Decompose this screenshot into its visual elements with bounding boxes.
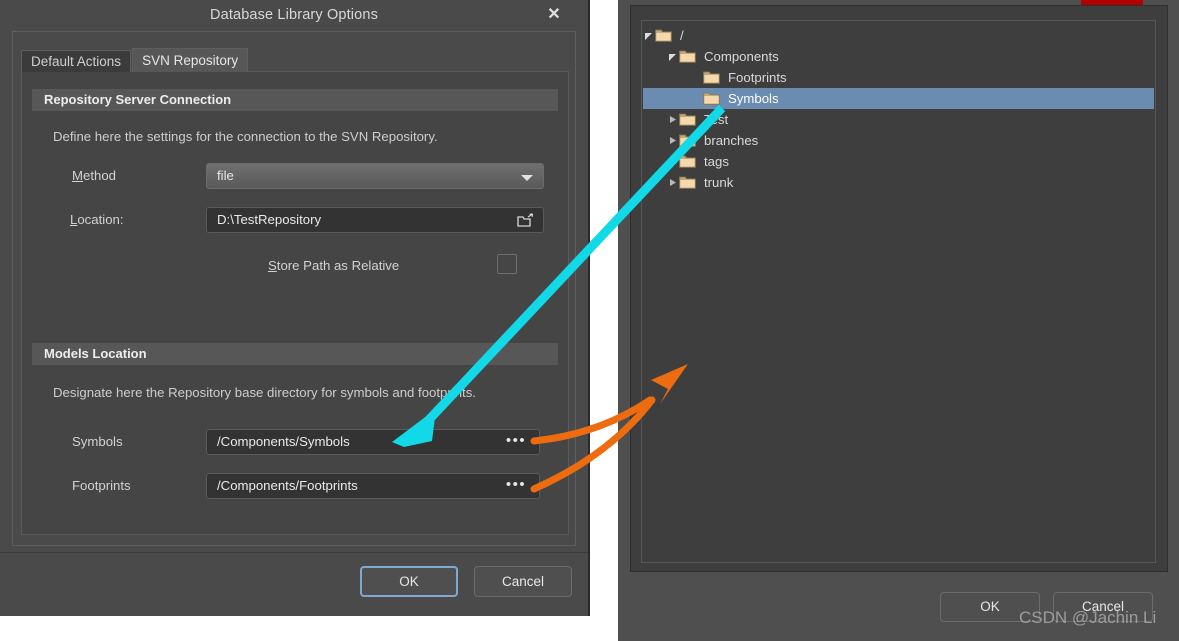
chevron-down-icon	[521, 175, 533, 181]
expander-expand-icon[interactable]	[667, 151, 679, 172]
dialog-titlebar: Database Library Options ✕	[0, 0, 588, 32]
repository-folder-tree[interactable]: / Components Footprints Symbols Test branches…	[641, 20, 1156, 563]
repository-folder-browser-dialog: / Components Footprints Symbols Test branches…	[618, 0, 1179, 641]
expander-expand-icon[interactable]	[667, 130, 679, 151]
models-description: Designate here the Repository base direc…	[53, 385, 476, 400]
folder-icon	[679, 133, 696, 147]
tree-node-trunk[interactable]: trunk	[643, 172, 1154, 193]
symbols-value: /Components/Symbols	[217, 434, 350, 449]
footprints-input[interactable]: /Components/Footprints •••	[206, 473, 540, 499]
folder-icon	[679, 49, 696, 63]
tab-default-actions[interactable]: Default Actions	[21, 50, 132, 72]
store-path-relative-label: Store Path as Relative	[268, 258, 400, 273]
tree-node-label: Footprints	[728, 70, 787, 85]
tree-node-tags[interactable]: tags	[643, 151, 1154, 172]
footprints-value: /Components/Footprints	[217, 478, 358, 493]
dialog-button-bar: OK Cancel	[0, 552, 588, 615]
tree-node-label: Symbols	[728, 91, 779, 106]
footprints-label: Footprints	[72, 478, 131, 493]
tree-node-label: Test	[704, 112, 729, 127]
symbols-label: Symbols	[72, 434, 123, 449]
database-library-options-dialog: Database Library Options ✕ Default Actio…	[0, 0, 590, 616]
symbols-input[interactable]: /Components/Symbols •••	[206, 429, 540, 455]
group-header-models-location: Models Location	[32, 343, 558, 365]
connection-description: Define here the settings for the connect…	[53, 129, 438, 144]
tree-panel: / Components Footprints Symbols Test branches…	[630, 5, 1168, 572]
folder-icon	[679, 112, 696, 126]
tree-node-symbols[interactable]: Symbols	[643, 88, 1154, 109]
method-value: file	[217, 168, 234, 183]
close-x-icon[interactable]: ✕	[542, 4, 566, 26]
method-dropdown[interactable]: file	[206, 163, 544, 189]
folder-icon	[655, 28, 672, 42]
tree-node-label: tags	[704, 154, 729, 169]
expander-expand-icon[interactable]	[667, 109, 679, 130]
tree-node-test[interactable]: Test	[643, 109, 1154, 130]
location-value: D:\TestRepository	[217, 212, 322, 227]
tree-node-footprints[interactable]: Footprints	[643, 67, 1154, 88]
tab-strip: Default Actions SVN Repository	[21, 48, 249, 72]
footprints-browse-ellipsis-button[interactable]: •••	[501, 477, 531, 494]
browser-cancel-button[interactable]: Cancel	[1053, 592, 1153, 622]
open-folder-icon[interactable]	[517, 213, 534, 228]
folder-icon	[703, 91, 720, 105]
tree-node-[interactable]: /	[643, 25, 1154, 46]
symbols-browse-ellipsis-button[interactable]: •••	[501, 433, 531, 450]
folder-icon	[679, 154, 696, 168]
group-header-repository-server-connection: Repository Server Connection	[32, 89, 558, 111]
location-input[interactable]: D:\TestRepository	[206, 207, 544, 233]
tree-node-label: branches	[704, 133, 759, 148]
folder-icon	[679, 175, 696, 189]
location-label: Location:	[70, 212, 124, 227]
tree-node-branches[interactable]: branches	[643, 130, 1154, 151]
tree-node-label: /	[680, 28, 684, 43]
tab-svn-repository[interactable]: SVN Repository	[132, 48, 249, 72]
method-label: Method	[72, 168, 117, 183]
expander-collapse-icon[interactable]	[667, 46, 679, 67]
browser-ok-button[interactable]: OK	[940, 592, 1040, 622]
store-path-relative-checkbox[interactable]	[497, 254, 517, 274]
tree-node-label: trunk	[704, 175, 734, 190]
folder-icon	[703, 70, 720, 84]
dialog-title: Database Library Options	[209, 7, 379, 23]
expander-expand-icon[interactable]	[667, 172, 679, 193]
tree-node-components[interactable]: Components	[643, 46, 1154, 67]
cancel-button[interactable]: Cancel	[474, 566, 572, 597]
ok-button[interactable]: OK	[360, 566, 458, 597]
expander-collapse-icon[interactable]	[643, 25, 655, 46]
tree-node-label: Components	[704, 49, 779, 64]
